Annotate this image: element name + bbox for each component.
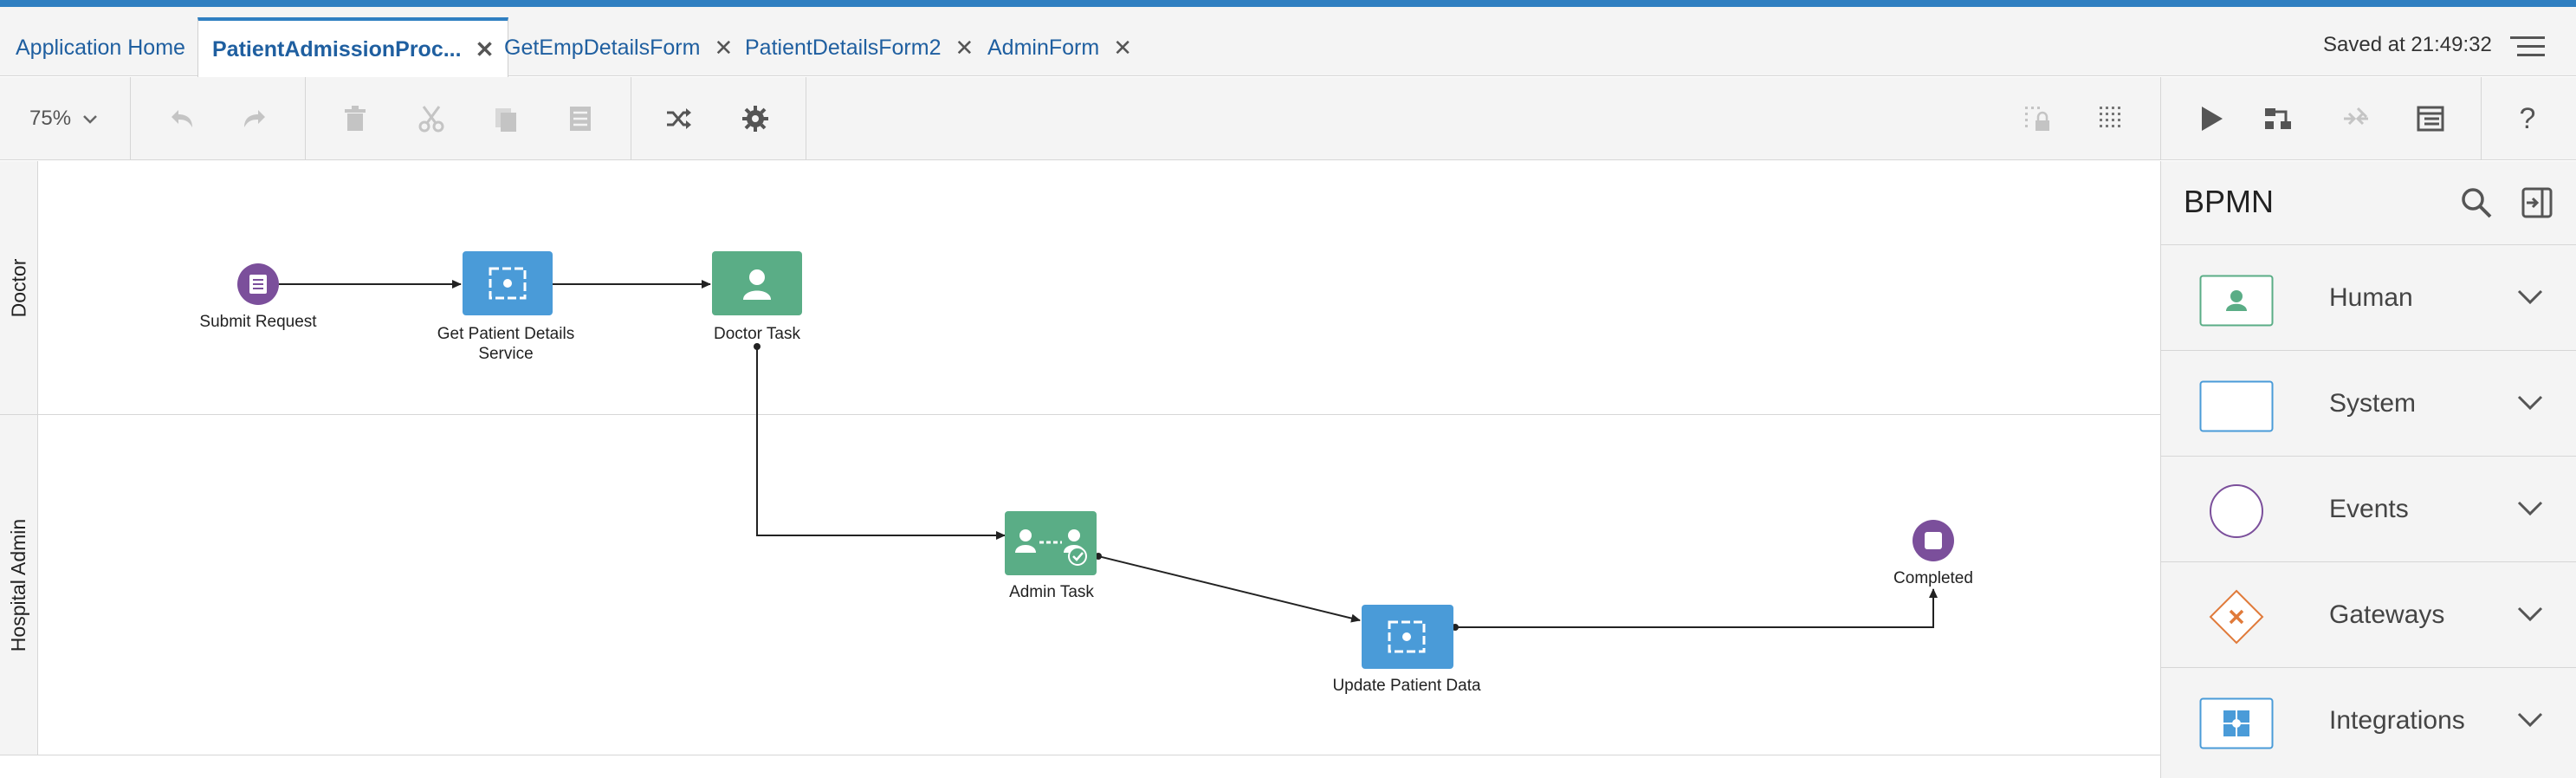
- human-task-admin[interactable]: [1005, 511, 1097, 575]
- tab-label: Application Home: [16, 35, 185, 60]
- form-icon[interactable]: [2411, 100, 2450, 138]
- palette-title: BPMN: [2184, 184, 2275, 219]
- palette-item-gateways[interactable]: Gateways: [2161, 561, 2576, 667]
- human-task-doctor[interactable]: [712, 251, 802, 315]
- palette-item-human[interactable]: Human: [2161, 244, 2576, 350]
- palette-item-events[interactable]: Events: [2161, 456, 2576, 561]
- palette-item-label: Gateways: [2329, 600, 2445, 629]
- chevron-down-icon[interactable]: [2515, 283, 2546, 309]
- palette-item-label: Human: [2329, 283, 2413, 312]
- top-accent-bar: [0, 0, 2576, 7]
- chevron-down-icon[interactable]: [2515, 389, 2546, 415]
- toolbar: 75% ?: [0, 77, 2576, 160]
- chevron-down-icon: [82, 115, 97, 124]
- flow-update-to-completed: [1455, 588, 1938, 628]
- flow-admin-to-update: [1097, 555, 1361, 623]
- end-event-completed[interactable]: [1913, 520, 1954, 561]
- close-icon[interactable]: ✕: [476, 36, 495, 63]
- help-icon[interactable]: ?: [2508, 100, 2547, 138]
- close-icon[interactable]: ✕: [955, 35, 974, 62]
- tab-application-home[interactable]: Application Home: [16, 19, 185, 76]
- lock-grid-icon[interactable]: [2018, 100, 2056, 138]
- label-doctor-task: Doctor Task: [714, 325, 800, 343]
- collapse-panel-icon[interactable]: [2520, 185, 2554, 220]
- service-task-update-patient-data[interactable]: [1362, 605, 1453, 669]
- label-line: Get Patient Details: [437, 325, 575, 343]
- tab-label: PatientDetailsForm2: [745, 35, 942, 60]
- cut-icon[interactable]: [412, 100, 450, 138]
- bpmn-palette: BPMN Human System Events Gateways Integr…: [2160, 161, 2576, 778]
- close-icon[interactable]: ✕: [714, 35, 733, 62]
- label-admin-task: Admin Task: [1009, 583, 1094, 601]
- tab-label: AdminForm: [987, 35, 1100, 60]
- search-icon[interactable]: [2459, 185, 2494, 220]
- chevron-down-icon[interactable]: [2515, 706, 2546, 732]
- close-icon[interactable]: ✕: [1113, 35, 1132, 62]
- palette-item-integrations[interactable]: Integrations: [2161, 667, 2576, 773]
- tab-get-emp-details-form[interactable]: GetEmpDetailsForm ✕: [504, 19, 733, 76]
- process-canvas[interactable]: Doctor Hospital Admin Submit Request Get…: [0, 161, 2160, 778]
- integration-puzzle-icon: [2199, 697, 2274, 749]
- label-update-patient-data: Update Patient Data: [1332, 677, 1481, 695]
- delete-icon[interactable]: [336, 100, 374, 138]
- gateway-diamond-icon: [2209, 589, 2264, 645]
- tab-bar: Application Home PatientAdmissionProc...…: [0, 7, 2576, 78]
- play-icon[interactable]: [2191, 100, 2230, 138]
- menu-icon[interactable]: [2510, 36, 2545, 62]
- tab-patient-details-form2[interactable]: PatientDetailsForm2 ✕: [745, 19, 974, 76]
- chevron-down-icon[interactable]: [2515, 600, 2546, 626]
- tab-patient-admission-process[interactable]: PatientAdmissionProc... ✕: [197, 17, 509, 78]
- gear-icon[interactable]: [736, 100, 774, 138]
- zoom-value: 75%: [29, 107, 72, 130]
- copy-icon[interactable]: [487, 100, 525, 138]
- start-event-submit-request[interactable]: [237, 263, 279, 305]
- flow-icon[interactable]: [2259, 100, 2297, 138]
- flow-doctor-to-admin: [756, 347, 1006, 540]
- grid-icon[interactable]: [2093, 100, 2131, 138]
- tab-label: PatientAdmissionProc...: [212, 36, 462, 62]
- tab-label: GetEmpDetailsForm: [504, 35, 701, 60]
- palette-item-label: Events: [2329, 495, 2409, 523]
- label-submit-request: Submit Request: [199, 313, 317, 331]
- event-circle-icon: [2210, 484, 2263, 538]
- properties-icon[interactable]: [561, 100, 599, 138]
- redo-icon[interactable]: [236, 100, 274, 138]
- service-task-get-patient-details[interactable]: [463, 251, 553, 315]
- tab-admin-form[interactable]: AdminForm ✕: [987, 19, 1132, 76]
- label-line: Service: [478, 345, 534, 363]
- system-task-icon: [2199, 380, 2274, 432]
- chevron-down-icon[interactable]: [2515, 495, 2546, 521]
- zoom-select[interactable]: 75%: [29, 107, 98, 131]
- palette-item-label: Integrations: [2329, 706, 2465, 735]
- palette-item-label: System: [2329, 389, 2417, 418]
- undo-icon[interactable]: [163, 100, 201, 138]
- shuffle-icon[interactable]: [660, 100, 698, 138]
- collapse-icon[interactable]: [2337, 100, 2375, 138]
- human-task-icon: [2199, 275, 2274, 327]
- label-get-patient-details: Get Patient Details Service: [421, 324, 591, 364]
- label-completed: Completed: [1893, 569, 1973, 587]
- palette-item-system[interactable]: System: [2161, 350, 2576, 456]
- saved-status: Saved at 21:49:32: [2323, 33, 2492, 56]
- process-diagram: [237, 251, 1954, 669]
